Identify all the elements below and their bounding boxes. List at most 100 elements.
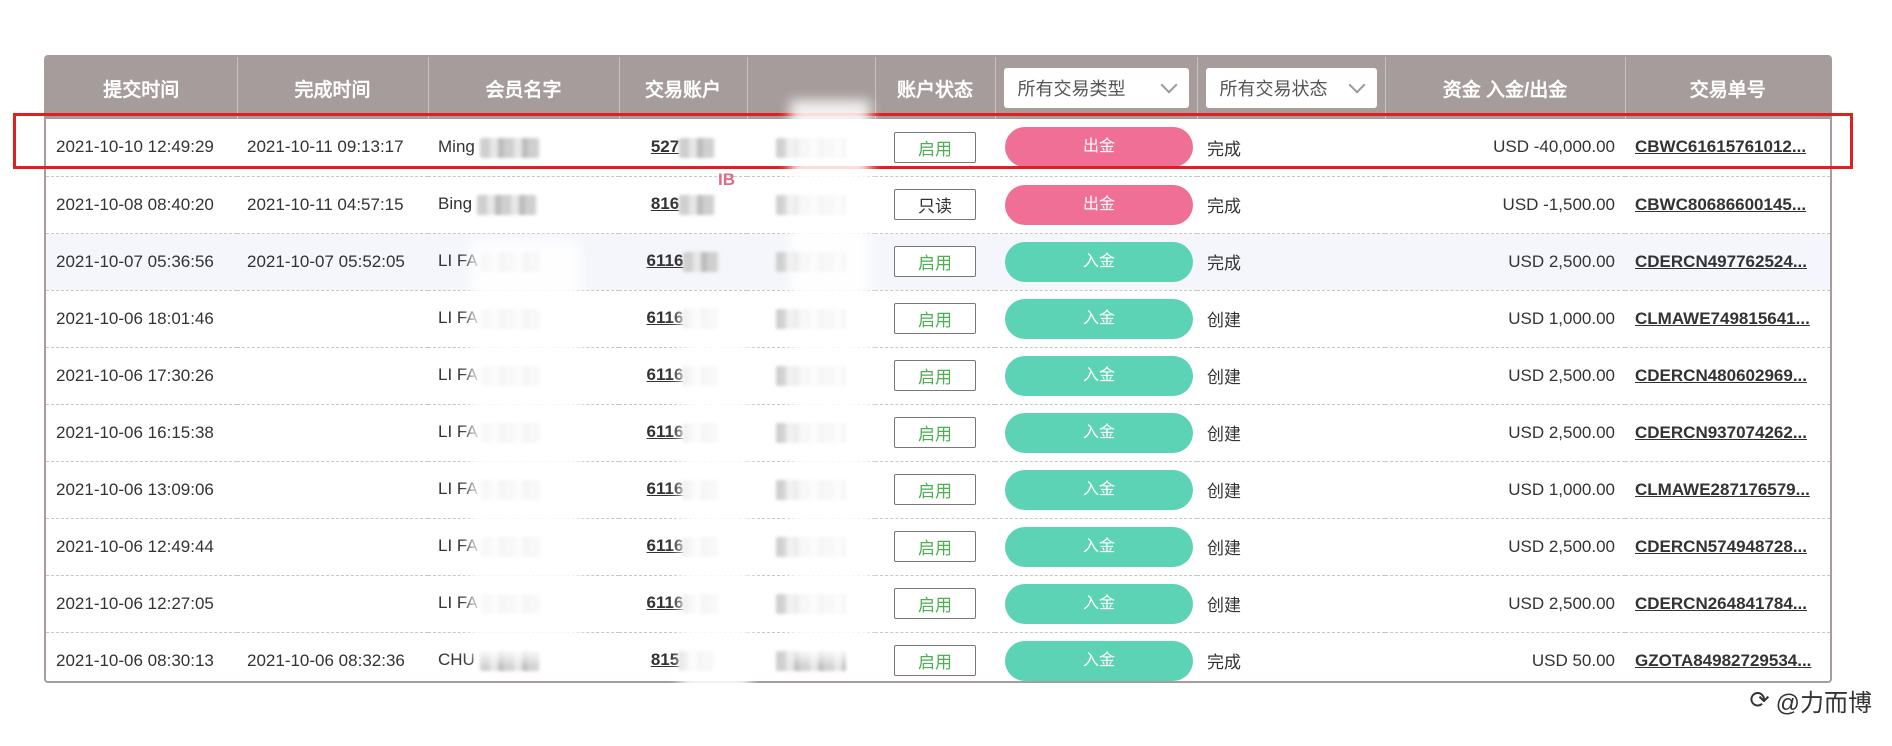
order-no-cell[interactable]: CDERCN497762524... — [1625, 233, 1830, 290]
trade-account-link[interactable]: 527 — [651, 137, 679, 156]
transaction-status-cell: 创建 — [1207, 482, 1241, 501]
amount-cell: USD 2,500.00 — [1508, 365, 1615, 385]
account-status-badge: 启用 — [894, 531, 976, 562]
transaction-status-cell: 创建 — [1207, 368, 1241, 387]
account-status-badge: 启用 — [894, 303, 976, 334]
transaction-type-dropdown[interactable]: 所有交易类型 — [1003, 68, 1189, 108]
trade-account-cell[interactable]: 6116 — [619, 518, 747, 575]
trade-account-link[interactable]: 816 — [651, 194, 679, 213]
redacted-value — [776, 536, 846, 557]
trade-account-link[interactable]: 6116 — [647, 422, 684, 441]
header-trade-account[interactable]: 交易账户 — [619, 57, 748, 119]
trade-account-link[interactable]: 6116 — [647, 593, 684, 612]
header-complete-time[interactable]: 完成时间 — [237, 57, 429, 119]
order-no-cell[interactable]: CBWC61615761012... — [1625, 119, 1830, 176]
redacted-name — [476, 194, 537, 215]
table-row[interactable]: 2021-10-06 12:27:05 LI FA 6116 启用 入金 创建 USD 2… — [46, 575, 1830, 632]
redacted-account — [683, 479, 720, 500]
order-no-cell[interactable]: CLMAWE749815641... — [1625, 290, 1830, 347]
order-no-cell[interactable]: CBWC80686600145... — [1625, 176, 1830, 233]
header-order-no[interactable]: 交易单号 — [1625, 57, 1830, 119]
transaction-status-cell: 创建 — [1207, 311, 1241, 330]
transactions-table: 提交时间 完成时间 会员名字 交易账户 账户状态 所有交易类型 所有交易状态 资… — [46, 57, 1830, 681]
member-name: CHU — [438, 650, 475, 670]
redacted-account — [683, 593, 720, 614]
trade-account-cell[interactable]: 6116 — [619, 575, 747, 632]
trade-account-link[interactable]: 815 — [651, 650, 679, 669]
header-member-name[interactable]: 会员名字 — [428, 57, 620, 119]
trade-account-link[interactable]: 6116 — [647, 479, 684, 498]
table-row[interactable]: 2021-10-06 16:15:38 LI FA 6116 启用 入金 创建 USD 2… — [46, 404, 1830, 461]
complete-time-cell — [237, 404, 428, 461]
member-name-cell: Bing — [428, 176, 619, 233]
transaction-status-dropdown[interactable]: 所有交易状态 — [1205, 68, 1377, 108]
header-amount[interactable]: 资金 入金/出金 — [1385, 57, 1626, 119]
trade-account-link[interactable]: 6116 — [647, 365, 684, 384]
account-status-badge: 只读 — [894, 189, 976, 220]
table-row[interactable]: 2021-10-07 05:36:56 2021-10-07 05:52:05 LI… — [46, 233, 1830, 290]
complete-time-cell — [237, 575, 428, 632]
transaction-type-dropdown-label: 所有交易类型 — [1017, 79, 1126, 99]
order-no-link[interactable]: CDERCN937074262... — [1635, 423, 1807, 442]
submit-time-cell: 2021-10-06 08:30:13 — [56, 650, 214, 670]
redacted-name — [481, 593, 542, 614]
table-row[interactable]: 2021-10-06 12:49:44 LI FA 6116 启用 入金 创建 USD 2… — [46, 518, 1830, 575]
order-no-cell[interactable]: CLMAWE287176579... — [1625, 461, 1830, 518]
transaction-type-cell: 出金 — [995, 176, 1197, 233]
order-no-link[interactable]: CBWC80686600145... — [1635, 195, 1806, 214]
order-no-cell[interactable]: CDERCN937074262... — [1625, 404, 1830, 461]
redacted-account — [683, 251, 720, 272]
order-no-link[interactable]: CLMAWE287176579... — [1635, 480, 1810, 499]
redacted-name — [481, 422, 542, 443]
trade-account-cell[interactable]: 6116 — [619, 404, 747, 461]
order-no-link[interactable]: GZOTA84982729534... — [1635, 651, 1811, 670]
trade-account-link[interactable]: 6116 — [647, 536, 684, 555]
order-no-link[interactable]: CBWC61615761012... — [1635, 137, 1806, 156]
account-status-cell: 启用 — [875, 518, 995, 575]
table-row[interactable]: 2021-10-06 18:01:46 LI FA 6116 启用 入金 创建 USD 1… — [46, 290, 1830, 347]
trade-account-cell[interactable]: 6116 — [619, 290, 747, 347]
complete-time-cell: 2021-10-06 08:32:36 — [247, 650, 405, 670]
header-submit-time[interactable]: 提交时间 — [46, 57, 238, 119]
order-no-link[interactable]: CDERCN497762524... — [1635, 252, 1807, 271]
redacted-cell — [747, 176, 875, 233]
table-row[interactable]: 2021-10-10 12:49:29 2021-10-11 09:13:17 Mi… — [46, 119, 1830, 176]
member-name-cell: LI FA — [428, 233, 619, 290]
trade-account-cell[interactable]: 815 — [619, 632, 747, 681]
order-no-cell[interactable]: CDERCN480602969... — [1625, 347, 1830, 404]
table-row[interactable]: 2021-10-06 08:30:13 2021-10-06 08:32:36 CH… — [46, 632, 1830, 681]
order-no-cell[interactable]: GZOTA84982729534... — [1625, 632, 1830, 681]
order-no-link[interactable]: CDERCN574948728... — [1635, 537, 1807, 556]
account-status-cell: 启用 — [875, 347, 995, 404]
order-no-cell[interactable]: CDERCN264841784... — [1625, 575, 1830, 632]
order-no-link[interactable]: CDERCN264841784... — [1635, 594, 1807, 613]
redacted-account — [683, 422, 720, 443]
table-row[interactable]: 2021-10-08 08:40:20 2021-10-11 04:57:15 Bi… — [46, 176, 1830, 233]
member-name: LI FA — [438, 536, 477, 556]
redacted-name — [481, 536, 542, 557]
ib-tag: IB — [718, 170, 735, 189]
order-no-cell[interactable]: CDERCN574948728... — [1625, 518, 1830, 575]
redacted-cell — [747, 233, 875, 290]
order-no-link[interactable]: CDERCN480602969... — [1635, 366, 1807, 385]
trade-account-cell[interactable]: 6116 — [619, 347, 747, 404]
complete-time-cell — [237, 518, 428, 575]
header-account-status[interactable]: 账户状态 — [875, 57, 996, 119]
amount-cell: USD 1,000.00 — [1508, 308, 1615, 328]
redacted-name — [481, 479, 542, 500]
trade-account-cell[interactable]: 6116 — [619, 233, 747, 290]
trade-account-cell[interactable]: 527 — [619, 119, 747, 176]
complete-time-cell: 2021-10-11 04:57:15 — [247, 194, 404, 214]
transaction-type-cell: 入金 — [995, 347, 1197, 404]
member-name: Ming — [438, 136, 475, 156]
transaction-status-cell: 创建 — [1207, 539, 1241, 558]
trade-account-link[interactable]: 6116 — [647, 251, 684, 270]
order-no-link[interactable]: CLMAWE749815641... — [1635, 309, 1810, 328]
redacted-account — [679, 137, 716, 158]
trade-account-link[interactable]: 6116 — [647, 308, 684, 327]
table-row[interactable]: 2021-10-06 17:30:26 LI FA 6116 启用 入金 创建 USD 2… — [46, 347, 1830, 404]
table-row[interactable]: 2021-10-06 13:09:06 LI FA 6116 启用 入金 创建 USD 1… — [46, 461, 1830, 518]
redacted-value — [776, 593, 846, 614]
trade-account-cell[interactable]: 6116 — [619, 461, 747, 518]
account-status-badge: 启用 — [894, 645, 976, 677]
